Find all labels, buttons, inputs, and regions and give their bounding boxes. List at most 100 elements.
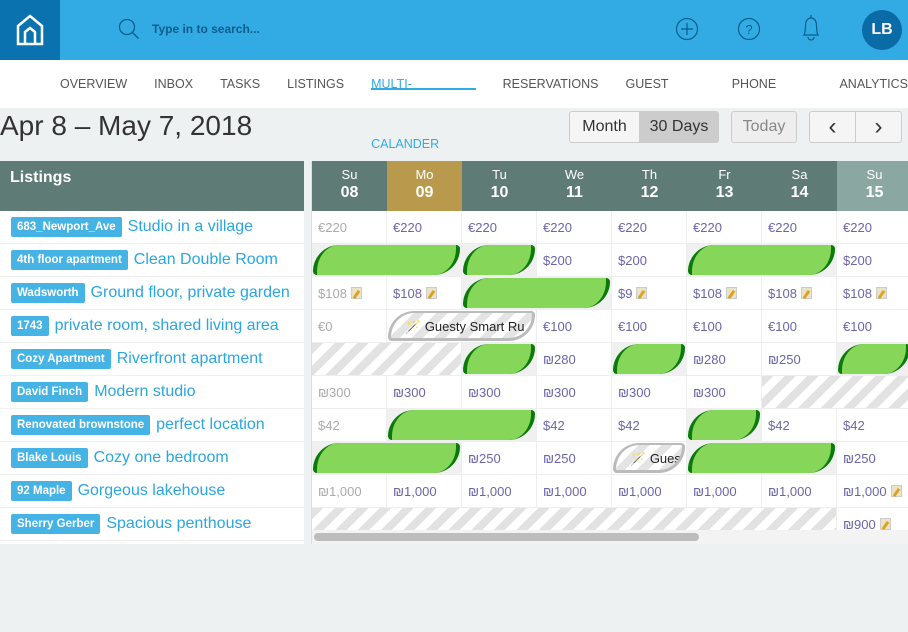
- price-cell[interactable]: ₪250: [462, 442, 537, 475]
- bell-icon[interactable]: [798, 13, 824, 43]
- day-header[interactable]: Su 15: [837, 161, 908, 211]
- price-cell[interactable]: $200: [837, 244, 908, 277]
- listing-title[interactable]: Clean Double Room: [134, 251, 278, 269]
- price-cell[interactable]: ₪280: [537, 343, 612, 376]
- reservation-bar-shape[interactable]: [313, 443, 460, 473]
- price-cell[interactable]: ₪250: [837, 442, 908, 475]
- listing-nickname-badge[interactable]: David Finch: [11, 382, 89, 402]
- nav-tab-phone-book[interactable]: PHONE BOOK: [732, 60, 813, 139]
- reservation-bar[interactable]: [387, 409, 537, 442]
- price-cell[interactable]: $108: [687, 277, 762, 310]
- smart-rule-block[interactable]: 🪄 Gues: [612, 442, 687, 475]
- listing-nickname-badge[interactable]: Cozy Apartment: [11, 349, 111, 369]
- listing-row[interactable]: 92 Maple Gorgeous lakehouse: [0, 475, 304, 508]
- price-cell[interactable]: ₪250: [762, 343, 837, 376]
- listing-title[interactable]: Modern studio: [94, 383, 195, 401]
- price-cell[interactable]: $42: [612, 409, 687, 442]
- listing-nickname-badge[interactable]: Sherry Gerber: [11, 514, 101, 534]
- listing-nickname-badge[interactable]: Blake Louis: [11, 448, 88, 468]
- listing-nickname-badge[interactable]: 4th floor apartment: [11, 250, 128, 270]
- reservation-bar-shape[interactable]: [688, 443, 835, 473]
- price-cell[interactable]: €220: [612, 211, 687, 244]
- reservation-bar-shape[interactable]: [688, 245, 835, 275]
- day-header[interactable]: Th 12: [612, 161, 687, 211]
- reservation-bar[interactable]: [837, 343, 908, 376]
- price-cell[interactable]: ₪1,000: [612, 475, 687, 508]
- listing-nickname-badge[interactable]: 1743: [11, 316, 49, 336]
- nav-tab-overview[interactable]: OVERVIEW: [60, 60, 127, 108]
- price-cell[interactable]: ₪1,000: [837, 475, 908, 508]
- home-icon[interactable]: [0, 0, 60, 60]
- reservation-bar-shape[interactable]: [388, 410, 535, 440]
- price-cell[interactable]: €100: [537, 310, 612, 343]
- nav-tab-tasks[interactable]: TASKS: [220, 60, 260, 108]
- listing-row[interactable]: Blake Louis Cozy one bedroom: [0, 442, 304, 475]
- today-button[interactable]: Today: [731, 111, 797, 143]
- day-header[interactable]: Tu 10: [462, 161, 537, 211]
- reservation-bar[interactable]: [312, 442, 462, 475]
- price-cell[interactable]: ₪1,000: [687, 475, 762, 508]
- smart-rule-bar[interactable]: 🪄 Guesty Smart Ru: [388, 311, 535, 341]
- price-cell[interactable]: €220: [312, 211, 387, 244]
- price-cell[interactable]: ₪1,000: [462, 475, 537, 508]
- listing-title[interactable]: Gorgeous lakehouse: [78, 482, 226, 500]
- price-cell[interactable]: ₪300: [687, 376, 762, 409]
- price-cell[interactable]: $42: [762, 409, 837, 442]
- price-cell[interactable]: €220: [687, 211, 762, 244]
- search-bar[interactable]: [118, 18, 352, 40]
- price-cell[interactable]: ₪1,000: [537, 475, 612, 508]
- nav-tab-inbox[interactable]: INBOX: [154, 60, 193, 108]
- day-header[interactable]: Fr 13: [687, 161, 762, 211]
- price-cell[interactable]: ₪300: [612, 376, 687, 409]
- blocked-dates[interactable]: [312, 343, 462, 376]
- listing-row[interactable]: Sherry Gerber Spacious penthouse: [0, 508, 304, 541]
- search-input[interactable]: [152, 22, 352, 36]
- listing-row[interactable]: 4th floor apartment Clean Double Room: [0, 244, 304, 277]
- reservation-bar[interactable]: [462, 244, 537, 277]
- prev-button[interactable]: ‹: [809, 111, 856, 143]
- price-cell[interactable]: $42: [537, 409, 612, 442]
- reservation-bar[interactable]: [312, 244, 462, 277]
- price-cell[interactable]: $108: [837, 277, 908, 310]
- listing-title[interactable]: Cozy one bedroom: [94, 449, 229, 467]
- price-cell[interactable]: ₪1,000: [762, 475, 837, 508]
- listing-title[interactable]: Ground floor, private garden: [91, 284, 290, 302]
- reservation-bar[interactable]: [612, 343, 687, 376]
- listing-row[interactable]: 1743 private room, shared living area: [0, 310, 304, 343]
- listing-title[interactable]: Riverfront apartment: [117, 350, 263, 368]
- price-cell[interactable]: ₪1,000: [312, 475, 387, 508]
- listing-nickname-badge[interactable]: 92 Maple: [11, 481, 72, 501]
- nav-tab-analytics[interactable]: ANALYTICS: [839, 60, 908, 108]
- listing-row[interactable]: 683_Newport_Ave Studio in a village: [0, 211, 304, 244]
- price-cell[interactable]: €220: [387, 211, 462, 244]
- price-cell[interactable]: ₪300: [537, 376, 612, 409]
- price-cell[interactable]: €100: [837, 310, 908, 343]
- price-cell[interactable]: $42: [312, 409, 387, 442]
- smart-rule-block[interactable]: 🪄 Guesty Smart Ru: [387, 310, 537, 343]
- day-header[interactable]: Su 08: [312, 161, 387, 211]
- price-cell[interactable]: €0: [312, 310, 387, 343]
- price-cell[interactable]: $108: [387, 277, 462, 310]
- listing-nickname-badge[interactable]: Renovated brownstone: [11, 415, 151, 435]
- price-cell[interactable]: $200: [612, 244, 687, 277]
- reservation-bar[interactable]: [687, 442, 837, 475]
- price-cell[interactable]: $200: [537, 244, 612, 277]
- price-cell[interactable]: ₪280: [687, 343, 762, 376]
- price-cell[interactable]: ₪300: [387, 376, 462, 409]
- nav-tab-guest-book[interactable]: GUEST BOOK: [626, 60, 705, 139]
- day-header[interactable]: We 11: [537, 161, 612, 211]
- avatar[interactable]: LB: [862, 10, 902, 50]
- reservation-bar-shape[interactable]: [463, 245, 535, 275]
- horizontal-scrollbar[interactable]: [312, 530, 908, 544]
- reservation-bar-shape[interactable]: [688, 410, 760, 440]
- nav-tab-multi-calander[interactable]: MULTI-CALANDER: [371, 54, 476, 151]
- next-button[interactable]: ›: [855, 111, 902, 143]
- reservation-bar-shape[interactable]: [463, 344, 535, 374]
- reservation-bar[interactable]: [462, 343, 537, 376]
- scrollbar-thumb[interactable]: [314, 533, 699, 541]
- day-header[interactable]: Mo 09: [387, 161, 462, 211]
- price-cell[interactable]: €220: [762, 211, 837, 244]
- price-cell[interactable]: €220: [462, 211, 537, 244]
- nav-tab-listings[interactable]: LISTINGS: [287, 60, 344, 108]
- listing-title[interactable]: Spacious penthouse: [106, 515, 251, 533]
